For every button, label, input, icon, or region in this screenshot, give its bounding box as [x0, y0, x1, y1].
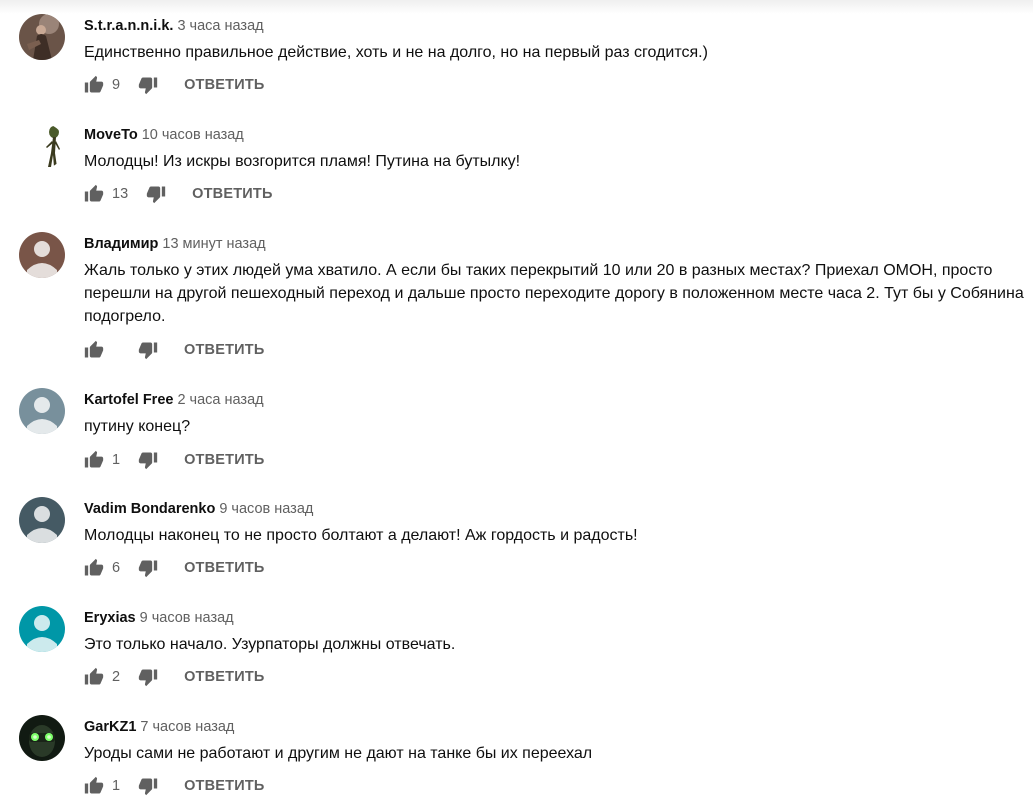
comment-actions: 2 ОТВЕТИТЬ [84, 666, 265, 688]
avatar[interactable] [19, 232, 65, 278]
reply-button[interactable]: ОТВЕТИТЬ [184, 77, 264, 93]
comment-actions: 9 ОТВЕТИТЬ [84, 74, 265, 96]
comment-actions: 1 ОТВЕТИТЬ [84, 449, 265, 471]
reply-button[interactable]: ОТВЕТИТЬ [184, 778, 264, 794]
author-name[interactable]: S.t.r.a.n.n.i.k. [84, 18, 173, 34]
thumbs-down-icon[interactable] [138, 776, 158, 796]
comment-text: Уроды сами не работают и другим не дают … [84, 745, 593, 762]
reply-button[interactable]: ОТВЕТИТЬ [184, 452, 264, 468]
top-shadow [0, 0, 1033, 14]
comment-text: Молодцы! Из искры возгорится пламя! Пути… [84, 153, 521, 170]
like-count: 6 [112, 560, 121, 576]
comment-text: Жаль только у этих людей ума хватило. А … [84, 262, 1024, 325]
comment-header: GarKZ1 7 часов назад [84, 718, 234, 736]
avatar[interactable] [19, 123, 65, 169]
thumbs-up-icon[interactable] [84, 558, 104, 578]
author-name[interactable]: Владимир [84, 236, 158, 252]
thumbs-down-icon[interactable] [138, 340, 158, 360]
reply-button[interactable]: ОТВЕТИТЬ [192, 186, 272, 202]
avatar[interactable] [19, 606, 65, 652]
thumbs-down-icon[interactable] [138, 450, 158, 470]
timestamp[interactable]: 10 часов назад [142, 127, 244, 143]
comment-header: Kartofel Free 2 часа назад [84, 391, 264, 409]
comment-actions: ОТВЕТИТЬ [84, 339, 264, 361]
timestamp[interactable]: 9 часов назад [140, 610, 234, 626]
thumbs-down-icon[interactable] [138, 558, 158, 578]
comment-actions: 6 ОТВЕТИТЬ [84, 557, 265, 579]
avatar[interactable] [19, 497, 65, 543]
thumbs-up-icon[interactable] [84, 75, 104, 95]
reply-button[interactable]: ОТВЕТИТЬ [184, 669, 264, 685]
comment-text: путину конец? [84, 418, 191, 435]
author-name[interactable]: MoveTo [84, 127, 138, 143]
comment-text: Молодцы наконец то не просто болтают а д… [84, 527, 638, 544]
comment-actions: 13 ОТВЕТИТЬ [84, 183, 273, 205]
like-count: 2 [112, 669, 121, 685]
thumbs-up-icon[interactable] [84, 776, 104, 796]
timestamp[interactable]: 2 часа назад [177, 392, 263, 408]
like-count: 13 [112, 186, 129, 202]
like-count: 1 [112, 778, 121, 794]
comment-actions: 1 ОТВЕТИТЬ [84, 775, 265, 797]
timestamp[interactable]: 13 минут назад [162, 236, 265, 252]
timestamp[interactable]: 3 часа назад [177, 18, 263, 34]
thumbs-down-icon[interactable] [138, 667, 158, 687]
thumbs-up-icon[interactable] [84, 184, 104, 204]
timestamp[interactable]: 9 часов назад [219, 501, 313, 517]
thumbs-down-icon[interactable] [138, 75, 158, 95]
comment-header: Eryxias 9 часов назад [84, 609, 234, 627]
reply-button[interactable]: ОТВЕТИТЬ [184, 342, 264, 358]
avatar[interactable] [19, 14, 65, 60]
avatar[interactable] [19, 388, 65, 434]
author-name[interactable]: Kartofel Free [84, 392, 173, 408]
comment-text: Это только начало. Узурпаторы должны отв… [84, 636, 456, 653]
thumbs-up-icon[interactable] [84, 450, 104, 470]
avatar[interactable] [19, 715, 65, 761]
comment-header: Vadim Bondarenko 9 часов назад [84, 500, 313, 518]
author-name[interactable]: Vadim Bondarenko [84, 501, 215, 517]
thumbs-up-icon[interactable] [84, 667, 104, 687]
author-name[interactable]: GarKZ1 [84, 719, 136, 735]
comment-header: MoveTo 10 часов назад [84, 126, 244, 144]
like-count: 1 [112, 452, 121, 468]
timestamp[interactable]: 7 часов назад [140, 719, 234, 735]
comment-header: S.t.r.a.n.n.i.k. 3 часа назад [84, 17, 264, 35]
like-count: 9 [112, 77, 121, 93]
comment-text: Единственно правильное действие, хоть и … [84, 44, 708, 61]
comment-header: Владимир 13 минут назад [84, 235, 266, 253]
thumbs-down-icon[interactable] [146, 184, 166, 204]
author-name[interactable]: Eryxias [84, 610, 136, 626]
reply-button[interactable]: ОТВЕТИТЬ [184, 560, 264, 576]
thumbs-up-icon[interactable] [84, 340, 104, 360]
